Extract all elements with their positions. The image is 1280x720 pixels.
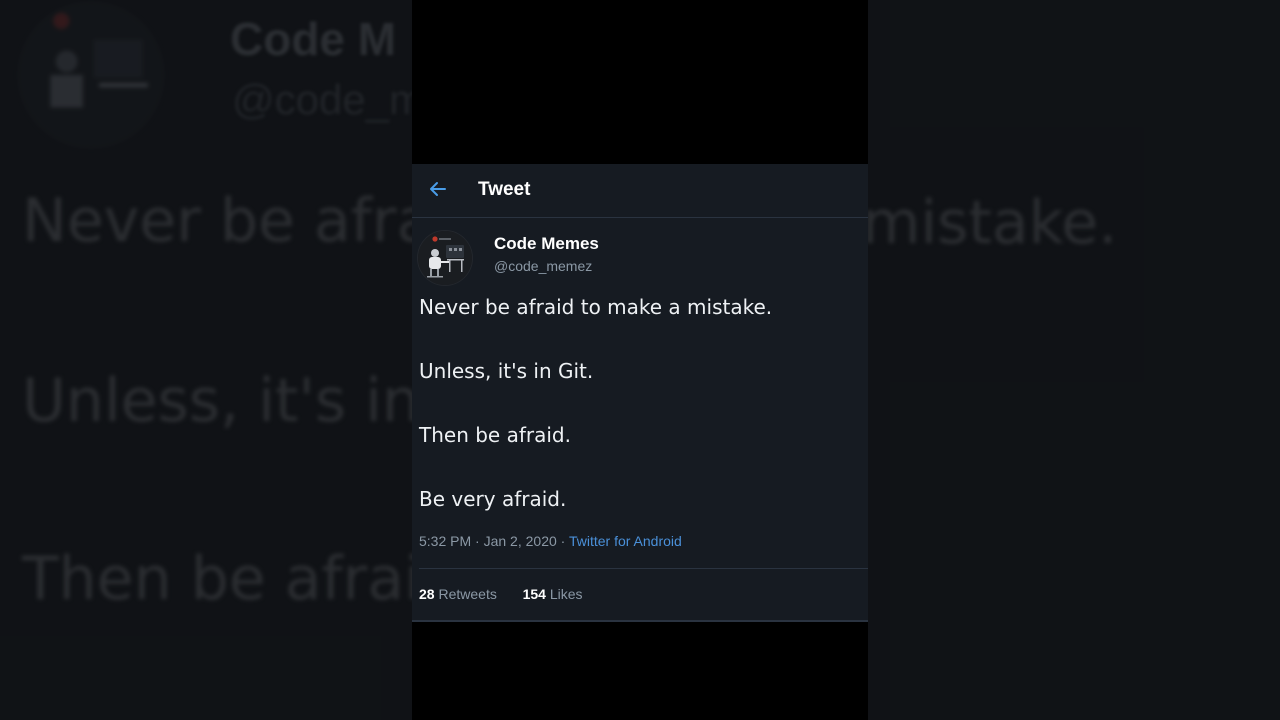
- tweet-card: Tweet Code Memes @code_memez Never be af…: [412, 164, 868, 622]
- arrow-left-icon[interactable]: [426, 178, 448, 200]
- avatar[interactable]: [417, 230, 473, 286]
- center-column: Tweet Code Memes @code_memez Never be af…: [412, 0, 868, 720]
- tweet-source-link[interactable]: Twitter for Android: [569, 533, 682, 549]
- meta-separator: ·: [475, 533, 480, 549]
- card-bottom-border: [412, 620, 868, 622]
- likes-label: Likes: [549, 586, 583, 602]
- tweet-text-line: Be very afraid.: [419, 487, 567, 511]
- tweet-header: Tweet: [412, 164, 868, 218]
- retweets-count: 28: [419, 586, 435, 602]
- likes-count: 154: [522, 586, 546, 602]
- developer-at-desk-avatar: [418, 231, 472, 285]
- retweets-stat[interactable]: 28 Retweets: [419, 586, 497, 602]
- meta-separator: ·: [560, 533, 566, 549]
- divider: [419, 568, 868, 569]
- tweet-text-line: Then be afraid.: [419, 423, 571, 447]
- tweet-text-line: Never be afraid to make a mistake.: [419, 295, 773, 319]
- tweet-stats: 28 Retweets 154 Likes: [419, 586, 583, 602]
- tweet-text-line: Unless, it's in Git.: [419, 359, 594, 383]
- tweet-date: Jan 2, 2020: [483, 533, 557, 549]
- likes-stat[interactable]: 154 Likes: [523, 586, 583, 602]
- author-name[interactable]: Code Memes: [494, 234, 599, 254]
- tweet-timestamp: 5:32 PM · Jan 2, 2020 · Twitter for Andr…: [419, 533, 682, 549]
- author-handle[interactable]: @code_memez: [494, 258, 592, 274]
- tweet-time: 5:32 PM: [419, 533, 472, 549]
- retweets-label: Retweets: [438, 586, 497, 602]
- video-frame: Code M @code_m Never be afra mistake. Un…: [0, 0, 1280, 720]
- page-title: Tweet: [478, 179, 531, 200]
